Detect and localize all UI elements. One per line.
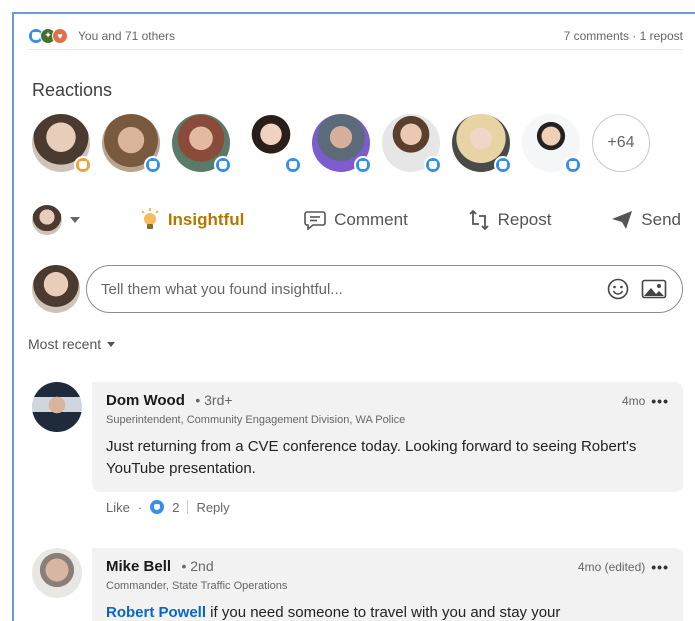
comment-composer bbox=[32, 264, 683, 314]
repost-button[interactable]: Repost bbox=[468, 209, 552, 231]
comment-actions: Like · 2 Reply bbox=[106, 499, 230, 515]
repost-icon bbox=[468, 209, 489, 231]
comment-input[interactable] bbox=[101, 280, 596, 298]
comment-item: Dom Wood • 3rd+ 4mo ••• Superintendent, … bbox=[32, 382, 683, 515]
commenter-name[interactable]: Dom Wood bbox=[106, 392, 185, 409]
reactor-avatar[interactable] bbox=[522, 114, 582, 174]
post-social-panel: ✦ ♥ You and 71 others 7 comments · 1 rep… bbox=[12, 12, 695, 621]
send-label: Send bbox=[641, 210, 681, 229]
reaction-summary[interactable]: ✦ ♥ You and 71 others bbox=[28, 27, 175, 44]
comment-label: Comment bbox=[334, 210, 408, 229]
actor-switcher[interactable] bbox=[32, 205, 80, 235]
comment-time: 4mo bbox=[621, 394, 646, 408]
comment-icon bbox=[304, 211, 326, 230]
more-options-icon[interactable]: ••• bbox=[651, 559, 669, 575]
like-badge-icon bbox=[424, 156, 442, 174]
reactor-avatars: +64 bbox=[32, 114, 650, 174]
comment-like-button[interactable]: Like bbox=[106, 500, 130, 515]
like-badge-icon bbox=[284, 156, 302, 174]
reactor-avatar[interactable] bbox=[312, 114, 372, 174]
commenter-headline: Superintendent, Community Engagement Div… bbox=[106, 414, 406, 426]
comment-text-rest: if you need someone to travel with you a… bbox=[206, 604, 561, 621]
like-badge-icon bbox=[494, 156, 512, 174]
commenter-avatar[interactable] bbox=[32, 548, 82, 598]
send-icon bbox=[612, 211, 633, 229]
image-icon bbox=[641, 279, 667, 299]
insightful-badge-icon bbox=[74, 156, 92, 174]
commenter-name[interactable]: Mike Bell bbox=[106, 558, 171, 575]
sort-label: Most recent bbox=[28, 336, 102, 352]
support-reaction-icon: ♥ bbox=[52, 27, 68, 44]
comment-bubble: Dom Wood • 3rd+ 4mo ••• Superintendent, … bbox=[92, 382, 683, 492]
reaction-icons: ✦ ♥ bbox=[28, 27, 68, 44]
reactor-avatar[interactable] bbox=[102, 114, 162, 174]
sort-dropdown[interactable]: Most recent bbox=[28, 336, 116, 352]
comment-text: Just returning from a CVE conference tod… bbox=[106, 438, 637, 477]
composer-avatar bbox=[32, 265, 80, 313]
comment-time: 4mo (edited) bbox=[577, 560, 646, 574]
commenter-avatar[interactable] bbox=[32, 382, 82, 432]
insightful-label: Insightful bbox=[167, 210, 245, 229]
like-badge-icon bbox=[354, 156, 372, 174]
connection-degree: • 3rd+ bbox=[195, 392, 233, 408]
send-button[interactable]: Send bbox=[611, 210, 681, 230]
reactor-avatar[interactable] bbox=[32, 114, 92, 174]
photo-button[interactable] bbox=[640, 275, 668, 303]
comment-bubble: Mike Bell • 2nd 4mo (edited) ••• Command… bbox=[92, 548, 683, 621]
post-action-bar: Insightful Comment Repost Send bbox=[32, 202, 681, 238]
comment-button[interactable]: Comment bbox=[304, 210, 408, 230]
like-badge-icon bbox=[214, 156, 232, 174]
reactor-avatar[interactable] bbox=[242, 114, 302, 174]
like-badge-icon bbox=[564, 156, 582, 174]
comment-reply-button[interactable]: Reply bbox=[196, 500, 229, 515]
like-badge-icon bbox=[144, 156, 162, 174]
comment-repost-counts[interactable]: 7 comments · 1 repost bbox=[564, 29, 683, 43]
more-options-icon[interactable]: ••• bbox=[651, 393, 669, 409]
emoji-icon bbox=[607, 278, 629, 300]
chevron-down-icon bbox=[70, 217, 80, 223]
self-avatar bbox=[32, 205, 62, 235]
commenter-headline: Commander, State Traffic Operations bbox=[106, 580, 288, 592]
like-reaction-icon bbox=[150, 500, 165, 514]
comment-item: Mike Bell • 2nd 4mo (edited) ••• Command… bbox=[32, 548, 683, 621]
lightbulb-icon bbox=[141, 208, 159, 229]
emoji-button[interactable] bbox=[604, 275, 632, 303]
more-reactors-button[interactable]: +64 bbox=[592, 114, 650, 172]
reactor-avatar[interactable] bbox=[382, 114, 442, 174]
insightful-reaction-button[interactable]: Insightful bbox=[140, 208, 244, 232]
reactor-avatar[interactable] bbox=[452, 114, 512, 174]
reacted-text[interactable]: You and 71 others bbox=[78, 29, 175, 43]
comment-input-box[interactable] bbox=[86, 265, 683, 313]
reactions-heading: Reactions bbox=[32, 80, 113, 100]
reactor-avatar[interactable] bbox=[172, 114, 232, 174]
repost-label: Repost bbox=[497, 210, 552, 229]
mention-link[interactable]: Robert Powell bbox=[106, 604, 206, 621]
connection-degree: • 2nd bbox=[181, 558, 214, 574]
comment-text: Robert Powell if you need someone to tra… bbox=[106, 602, 669, 621]
divider bbox=[187, 500, 189, 514]
social-counts-bar: ✦ ♥ You and 71 others 7 comments · 1 rep… bbox=[28, 26, 683, 50]
chevron-down-icon bbox=[107, 341, 116, 347]
comment-like-count[interactable]: 2 bbox=[172, 500, 179, 515]
